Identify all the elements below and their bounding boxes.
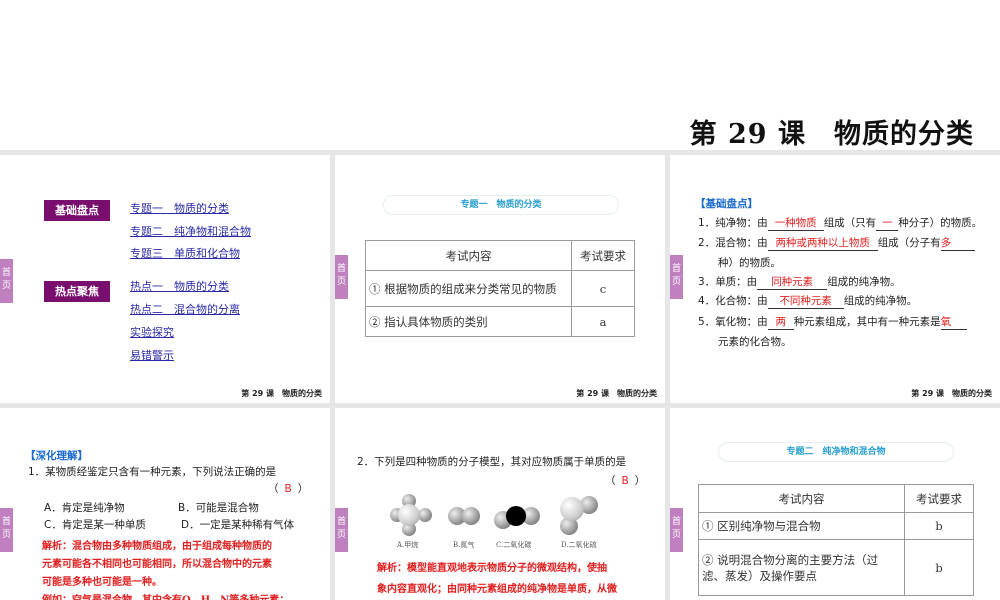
table-cell: ② 指认具体物质的类别 (365, 306, 572, 337)
item-4: 4．化合物：由 不同种元素 组成的纯净物。 (698, 295, 918, 309)
link-topic-3[interactable]: 专题三 单质和化合物 (130, 245, 240, 261)
slide-thumbnail-3[interactable]: 首页 【基础盘点】 1．纯净物：由 一种物质 组成（只有一种分子）的物质。 2．混合… (670, 155, 1000, 403)
item-2: 2．混合物：由 两种或两种以上物质 组成（分子有多 (698, 235, 975, 251)
link-experiment[interactable]: 实验探究 (130, 324, 174, 340)
slide-thumbnail-1[interactable]: 首页 基础盘点 热点聚焦 专题一 物质的分类 专题二 纯净物和混合物 专题三 单… (0, 155, 330, 403)
tag-basics[interactable]: 基础盘点 (44, 200, 110, 221)
question-text: 2．下列是四种物质的分子模型，其对应物质属于单质的是 (357, 456, 627, 468)
table-cell: b (904, 539, 974, 596)
item-2-cont: 种）的物质。 (718, 257, 781, 269)
slide-thumbnail-2[interactable]: 首页 专题一 物质的分类 考试内容 考试要求 ① 根据物质的组成来分类常见的物质 c… (335, 155, 665, 403)
table-cell: ① 根据物质的组成来分类常见的物质 (365, 270, 572, 307)
caption-d: D.二氧化硫 (561, 541, 597, 549)
home-button[interactable]: 首页 (0, 259, 13, 303)
slide-thumbnail-4[interactable]: 首页 【深化理解】 1．某物质经鉴定只含有一种元素，下列说法正确的是 （B） A… (0, 408, 330, 600)
exam-table: 考试内容 考试要求 ① 区别纯净物与混合物 b ② 说明混合物分离的主要方法（过滤、… (698, 484, 974, 596)
slide-thumbnail-5[interactable]: 首页 2．下列是四种物质的分子模型，其对应物质属于单质的是 （B） 解析：模型能… (335, 408, 665, 600)
caption-b: B.氮气 (453, 541, 475, 549)
question-text: 1．某物质经鉴定只含有一种元素，下列说法正确的是 (28, 466, 277, 478)
option-a: A．肯定是纯净物 (44, 502, 125, 514)
table-cell: ② 说明混合物分离的主要方法（过滤、蒸发）及操作要点 (698, 539, 905, 596)
link-hotspot-2[interactable]: 热点二 混合物的分离 (130, 301, 240, 317)
option-b: B．可能是混合物 (178, 502, 259, 514)
section-heading: 【基础盘点】 (695, 198, 758, 210)
slide-thumbnail-6[interactable]: 首页 专题二 纯净物和混合物 考试内容 考试要求 ① 区别纯净物与混合物 b ② 说… (670, 408, 1000, 600)
link-topic-1[interactable]: 专题一 物质的分类 (130, 200, 229, 216)
header: 第 29 课 物质的分类 (0, 0, 1000, 150)
table-header: 考试内容 (698, 484, 905, 513)
table-cell: b (904, 512, 974, 540)
item-5: 5．氧化物：由两种元素组成，其中有一种元素是氧 (698, 314, 967, 330)
section-heading: 专题一 物质的分类 (383, 195, 619, 215)
answer: （B） (268, 483, 309, 495)
home-button[interactable]: 首页 (670, 255, 683, 299)
link-mistakes[interactable]: 易错警示 (130, 347, 174, 363)
link-hotspot-1[interactable]: 热点一 物质的分类 (130, 278, 229, 294)
section-heading: 专题二 纯净物和混合物 (718, 442, 954, 462)
table-cell: a (571, 306, 635, 337)
item-3: 3．单质：由 同种元素 组成的纯净物。 (698, 276, 901, 290)
home-button[interactable]: 首页 (670, 508, 683, 552)
option-c: C．肯定是某一种单质 (44, 519, 146, 531)
table-cell: ① 区别纯净物与混合物 (698, 512, 905, 540)
home-button[interactable]: 首页 (335, 508, 348, 552)
explanation: 解析：模型能直观地表示物质分子的微观结构，使抽 象内容直观化；由同种元素组成的纯净… (377, 563, 617, 595)
caption-a: A.甲烷 (397, 541, 419, 549)
page-title: 第 29 课 物质的分类 (689, 119, 974, 150)
slide-footer: 第 29 课 物质的分类 (911, 389, 992, 398)
slide-footer: 第 29 课 物质的分类 (576, 389, 657, 398)
home-button[interactable]: 首页 (0, 508, 13, 552)
exam-table: 考试内容 考试要求 ① 根据物质的组成来分类常见的物质 c ② 指认具体物质的类别 a (365, 240, 635, 337)
slide-footer: 第 29 课 物质的分类 (241, 389, 322, 398)
caption-c: C.二氧化碳 (496, 541, 532, 549)
tag-hotspots[interactable]: 热点聚焦 (44, 281, 110, 302)
answer: （B） (605, 475, 646, 487)
item-1: 1．纯净物：由 一种物质 组成（只有一种分子）的物质。 (698, 217, 983, 231)
link-topic-2[interactable]: 专题二 纯净物和混合物 (130, 223, 251, 239)
option-d: D．一定是某种稀有气体 (181, 519, 295, 531)
home-button[interactable]: 首页 (335, 255, 348, 299)
section-heading: 【深化理解】 (25, 450, 88, 462)
explanation: 解析：混合物由多种物质组成，由于组成每种物质的 元素可能各不相同也可能相同，所以混… (42, 541, 289, 600)
table-cell: c (571, 270, 635, 307)
table-header: 考试要求 (904, 484, 974, 513)
table-header: 考试要求 (571, 240, 635, 271)
table-header: 考试内容 (365, 240, 572, 271)
item-5-cont: 元素的化合物。 (718, 336, 792, 348)
